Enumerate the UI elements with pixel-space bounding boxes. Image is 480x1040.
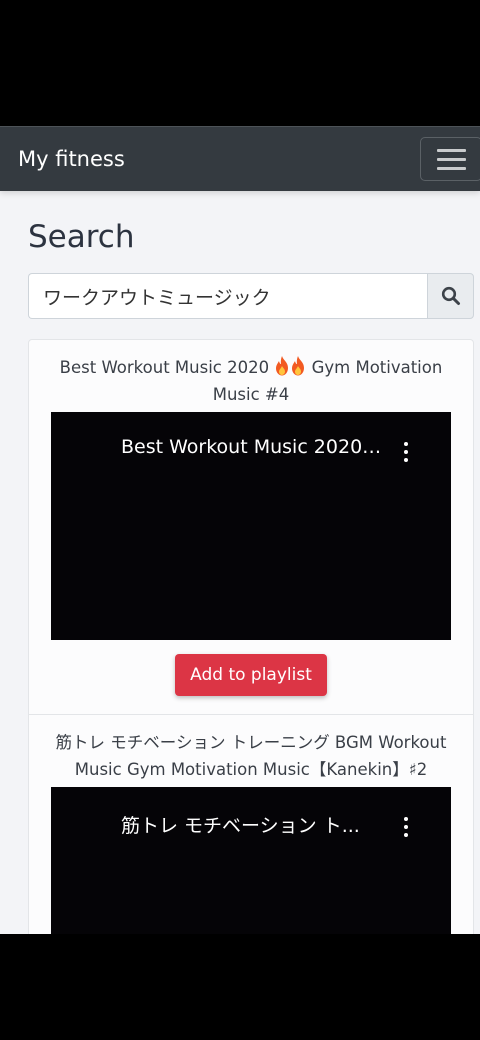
- phone-screen: My fitness Search ワークアウトミュージック Best Work…: [0, 0, 480, 1040]
- search-button[interactable]: [427, 273, 474, 319]
- result-item: Best Workout Music 2020 Gym Motivation M…: [29, 340, 473, 715]
- browser-viewport: My fitness Search ワークアウトミュージック Best Work…: [0, 126, 480, 934]
- result-title: Best Workout Music 2020 Gym Motivation M…: [59, 356, 443, 404]
- search-input[interactable]: [28, 273, 427, 319]
- video-title[interactable]: Best Workout Music 2020 ...: [121, 436, 383, 458]
- navbar-toggle-button[interactable]: [420, 137, 480, 181]
- video-player[interactable]: 筋トレ モチベーション ト...: [51, 787, 451, 934]
- result-item: 筋トレ モチベーション トレーニング BGM Workout Music Gym…: [29, 715, 473, 934]
- video-player[interactable]: Best Workout Music 2020 ...: [51, 412, 451, 640]
- page-title: Search: [28, 219, 135, 255]
- brand-link[interactable]: My fitness: [18, 147, 125, 171]
- fire-emoji-icon: [292, 356, 305, 376]
- search-icon: [441, 286, 460, 305]
- search-results-list: Best Workout Music 2020 Gym Motivation M…: [28, 339, 474, 934]
- main-container: Search Best Workout Music 2020 Gym Motiv…: [0, 191, 480, 934]
- more-options-icon[interactable]: [403, 442, 409, 462]
- add-to-playlist-button[interactable]: Add to playlist: [175, 654, 327, 696]
- navbar: My fitness: [0, 126, 480, 191]
- result-title: 筋トレ モチベーション トレーニング BGM Workout Music Gym…: [55, 733, 447, 779]
- video-title[interactable]: 筋トレ モチベーション ト...: [121, 811, 383, 838]
- search-form: [28, 273, 474, 319]
- more-options-icon[interactable]: [403, 817, 409, 837]
- fire-emoji-icon: [276, 356, 289, 376]
